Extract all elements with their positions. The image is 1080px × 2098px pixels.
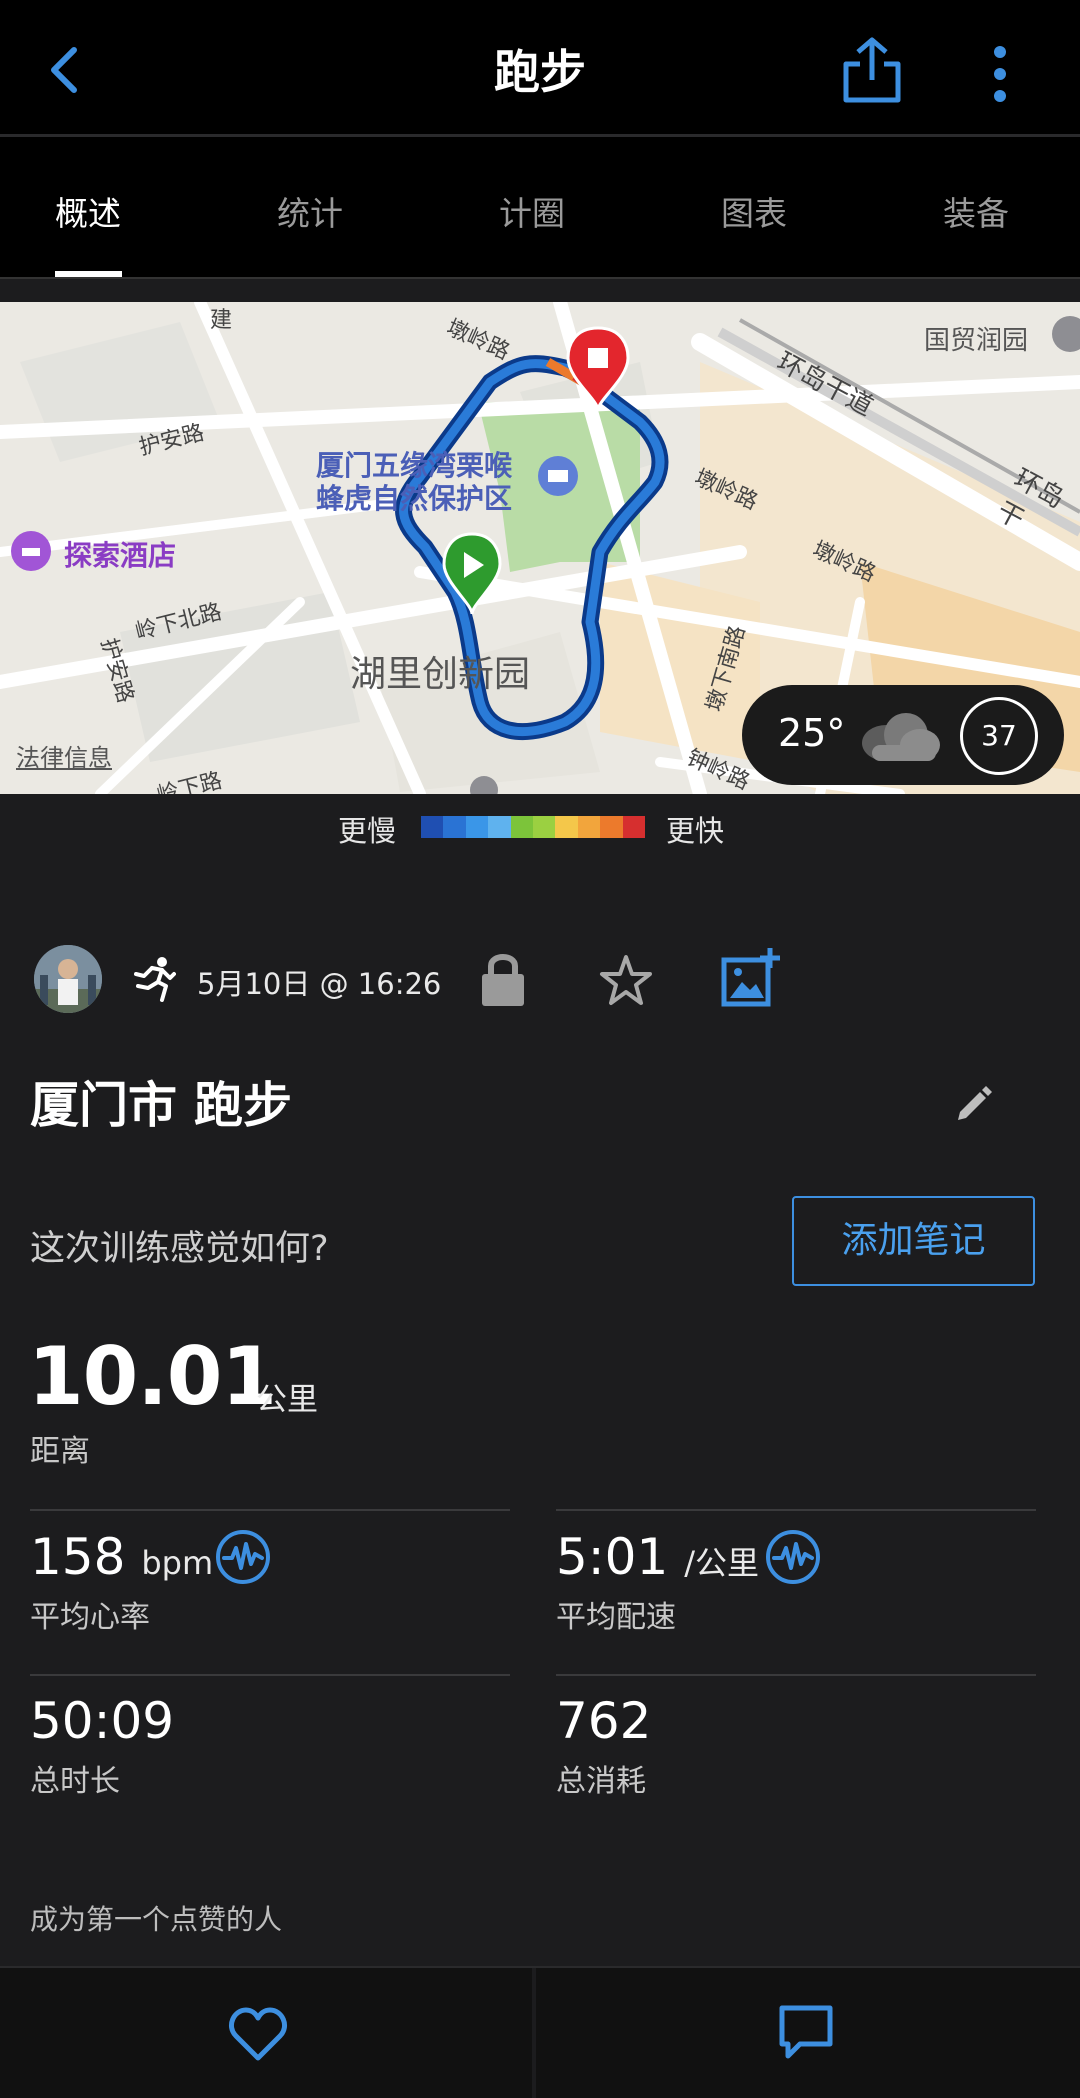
cloudy-icon (862, 713, 940, 761)
comment-icon (779, 2005, 833, 2059)
avg-hr-unit: bpm (141, 1544, 214, 1582)
legend-slower-label: 更慢 (338, 814, 397, 848)
feeling-question: 这次训练感觉如何? (30, 1229, 329, 1269)
pace-color-segment (533, 816, 556, 838)
duration-label: 总时长 (30, 1764, 120, 1799)
running-icon (134, 957, 176, 1002)
tab-bar: 概述 统计 计圈 图表 装备 (0, 137, 1080, 277)
distance-value: 10.01 (28, 1330, 277, 1423)
avg-pace-value: 5:01 (556, 1528, 669, 1586)
star-icon[interactable] (598, 953, 654, 1009)
map-label-park: 蜂虎自然保护区 (316, 482, 513, 515)
activity-datetime: 5月10日 @ 16:26 (197, 967, 442, 1001)
avg-hr-stat: 158 bpm (30, 1528, 213, 1586)
tab-overview[interactable]: 概述 (55, 187, 121, 235)
top-bar: 跑步 (0, 0, 1080, 137)
tab-laps[interactable]: 计圈 (499, 187, 565, 235)
bottom-action-bar (0, 1966, 1080, 2098)
pace-color-segment (488, 816, 511, 838)
map-label-road: 建 (210, 308, 233, 333)
stat-divider (556, 1674, 1036, 1676)
pace-color-segment (622, 816, 646, 838)
avatar[interactable] (34, 945, 102, 1013)
calories-label: 总消耗 (556, 1764, 646, 1799)
page-title: 跑步 (494, 45, 586, 99)
pace-color-segment (577, 816, 601, 838)
distance-label: 距离 (30, 1434, 90, 1469)
lock-icon[interactable] (478, 950, 528, 1008)
comment-button[interactable] (536, 1968, 1080, 2098)
likes-prompt: 成为第一个点赞的人 (30, 1903, 283, 1936)
avg-pace-label: 平均配速 (556, 1600, 676, 1635)
avg-pace-unit: /公里 (684, 1544, 759, 1582)
duration-value: 50:09 (30, 1692, 175, 1750)
route-map[interactable]: 厦门五缘湾栗喉 蜂虎自然保护区 探索酒店 湖里创新园 法律信息 国贸润园 环岛干… (0, 302, 1080, 794)
pace-color-segment (421, 816, 444, 838)
pace-color-segment (465, 816, 489, 838)
stat-divider (30, 1509, 510, 1511)
pace-color-segment (443, 816, 466, 838)
avatar-image (34, 945, 102, 1013)
tab-gear[interactable]: 装备 (943, 187, 1009, 235)
distance-unit: 公里 (256, 1382, 318, 1418)
share-icon[interactable] (840, 36, 904, 106)
map-label-innovation: 湖里创新园 (350, 654, 531, 695)
edit-pencil-icon[interactable] (954, 1082, 994, 1122)
tabs-divider (0, 277, 1080, 302)
stat-divider (556, 1509, 1036, 1511)
pace-color-segment (600, 816, 623, 838)
map-label-guomao: 国贸润园 (924, 326, 1029, 356)
legend-faster-label: 更快 (666, 814, 725, 848)
add-note-button[interactable]: 添加笔记 (792, 1196, 1035, 1286)
pace-gradient-bar (421, 816, 646, 838)
avg-hr-label: 平均心率 (30, 1600, 150, 1635)
pace-color-segment (510, 816, 534, 838)
aqi-badge: 37 (960, 697, 1038, 775)
avg-pace-stat: 5:01 /公里 (556, 1528, 759, 1586)
pace-legend: 更慢 更快 (0, 794, 1080, 864)
pace-color-segment (555, 816, 578, 838)
map-label-hotel: 探索酒店 (64, 539, 177, 572)
weather-badge: 25° 37 (742, 685, 1064, 785)
add-photo-icon[interactable] (720, 946, 782, 1008)
weather-temperature: 25° (778, 711, 846, 755)
like-button[interactable] (0, 1968, 532, 2098)
tab-charts[interactable]: 图表 (721, 187, 787, 235)
heart-rate-chart-icon[interactable] (214, 1528, 272, 1586)
avg-hr-value: 158 (30, 1528, 126, 1586)
pace-chart-icon[interactable] (764, 1528, 822, 1586)
tab-stats[interactable]: 统计 (277, 187, 343, 235)
activity-title: 厦门市 跑步 (30, 1077, 293, 1134)
map-label-legal[interactable]: 法律信息 (16, 738, 112, 773)
stat-divider (30, 1674, 510, 1676)
heart-icon (229, 2007, 287, 2061)
calories-value: 762 (556, 1692, 652, 1750)
more-vertical-icon[interactable] (978, 44, 1022, 104)
